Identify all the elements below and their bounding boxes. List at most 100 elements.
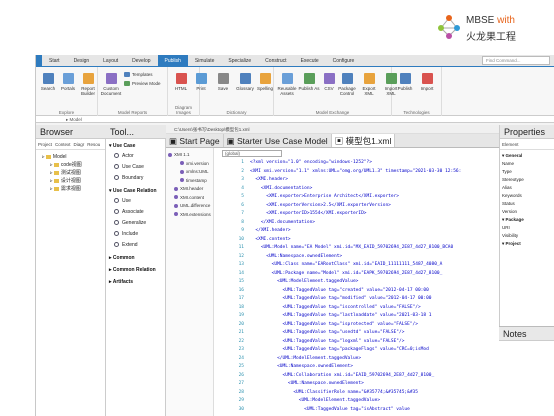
toolbox-section-common-relation[interactable]: ▸ Common Relation <box>109 267 156 273</box>
find-command-input[interactable]: Find Command... <box>482 56 550 65</box>
ribbon-search-label: Search <box>40 86 56 91</box>
toolbox-item-extend[interactable]: Extend <box>114 242 138 248</box>
ribbon-custom-document-button[interactable]: Custom Document <box>100 73 122 96</box>
outline-item[interactable]: XMI 1.1 <box>168 152 190 157</box>
properties-section-general[interactable]: ▾ General <box>502 153 522 159</box>
address-bar[interactable]: ▸ Model <box>36 116 554 123</box>
properties-section-project[interactable]: ▾ Project <box>502 241 521 247</box>
xml-code-view[interactable]: (global) 1 <?xml version="1.0" encoding="… <box>214 148 499 416</box>
ribbon-save-button[interactable]: Save <box>212 73 234 91</box>
tree-root-model[interactable]: ▹ Model <box>36 153 82 161</box>
xml-outline: XMI 1.1 xmi.version xmlns:UML timestamp XMI.… <box>166 148 214 416</box>
tab-design[interactable]: Design <box>67 55 97 67</box>
browser-tab-project[interactable]: Project <box>38 140 52 149</box>
ribbon-reusable-assets-label: Reusable Assets <box>277 86 297 96</box>
tab-configure[interactable]: Configure <box>326 55 362 67</box>
ribbon-export-xml-button[interactable]: Export XML <box>358 73 380 96</box>
ribbon-publish-as-label: Publish As <box>298 86 320 91</box>
browser-tab-context[interactable]: Context <box>55 140 71 149</box>
ribbon-portals-button[interactable]: Portals <box>57 73 79 91</box>
glossary-icon <box>239 73 251 84</box>
document-tabs: ▣ Start Page ▣ Starter Use Case Model ▣ 模型… <box>166 134 499 148</box>
toolbox-item-boundary[interactable]: Boundary <box>114 175 143 181</box>
tree-item[interactable]: ▹ code视图 <box>36 161 82 169</box>
ribbon-publish-button[interactable]: Publish <box>394 73 416 91</box>
ribbon-preview-mode-button[interactable]: Preview Mode <box>124 81 161 87</box>
ribbon-templates-button[interactable]: Templates <box>124 72 153 78</box>
network-logo-icon <box>438 15 460 39</box>
ribbon-html-button[interactable]: HTML <box>170 73 192 91</box>
ribbon-group-label: Model Exchange <box>315 110 350 115</box>
code-line: <XMI.content> <box>250 236 291 242</box>
properties-section-package[interactable]: ▾ Package <box>502 217 524 223</box>
tab-execute[interactable]: Execute <box>294 55 326 67</box>
properties-tab-element[interactable]: Element <box>500 140 554 150</box>
ribbon-report-builder-button[interactable]: Report Builder <box>77 73 99 96</box>
ribbon-print-label: Print <box>196 86 206 91</box>
outline-item[interactable]: UML.difference <box>174 203 210 208</box>
browser-pane: Browser Project Context Diagr Resou ▹ Model… <box>36 125 106 416</box>
brand-title: MBSE with <box>466 15 515 26</box>
toolbox-item-associate[interactable]: Associate <box>114 209 144 215</box>
toolbox-item-generalize[interactable]: Generalize <box>114 220 146 226</box>
ribbon-print-button[interactable]: Print <box>190 73 212 91</box>
line-number: 24 <box>238 355 244 361</box>
outline-item-label: XMI.extensions <box>180 211 211 217</box>
folder-icon <box>53 162 59 167</box>
tab-layout[interactable]: Layout <box>96 55 125 67</box>
ribbon-reusable-assets-button[interactable]: Reusable Assets <box>276 73 298 96</box>
outline-item[interactable]: XMI.content <box>174 195 204 200</box>
line-number: 15 <box>238 279 244 284</box>
ribbon-search-button[interactable]: Search <box>37 73 59 91</box>
scope-select[interactable]: (global) <box>222 150 282 157</box>
line-number: 22 <box>238 338 244 344</box>
code-line: <UML:Package name="Model" xmi.id="EAPK_5… <box>250 270 443 276</box>
doc-tab[interactable]: ▣ Starter Use Case Model <box>224 134 332 147</box>
outline-item[interactable]: xmlns:UML <box>180 169 209 174</box>
ribbon-report-builder-label: Report Builder <box>80 86 95 96</box>
publish-icon <box>399 73 411 84</box>
outline-item[interactable]: xmi.version <box>180 161 209 166</box>
tree-item[interactable]: ▹ 设计视图 <box>36 177 82 185</box>
tab-start[interactable]: Start <box>42 55 67 67</box>
outline-item[interactable]: XMI.extensions <box>174 212 211 217</box>
tab-specialize[interactable]: Specialize <box>221 55 258 67</box>
ribbon-publish-as-button[interactable]: Publish As <box>298 73 320 91</box>
doc-tab[interactable]: ▣ 模型包1.xml <box>331 134 396 147</box>
toolbox-section-common[interactable]: ▸ Common <box>109 255 135 261</box>
tab-construct[interactable]: Construct <box>258 55 293 67</box>
browser-tab-resou[interactable]: Resou <box>87 140 100 149</box>
tab-simulate[interactable]: Simulate <box>188 55 221 67</box>
tree-item[interactable]: ▹ 需求视图 <box>36 185 82 193</box>
ribbon-package-control-button[interactable]: Package Control <box>336 73 358 96</box>
toolbox-item-include[interactable]: Include <box>114 231 138 237</box>
toolbox-section-artifacts[interactable]: ▸ Artifacts <box>109 279 133 285</box>
ribbon-group-label: Dictionary <box>226 110 247 115</box>
code-line: <XMI xmi.version="1.1" xmlns:UML="omg.or… <box>250 168 462 174</box>
ribbon-import-button[interactable]: Import <box>416 73 438 91</box>
outline-item[interactable]: XMI.header <box>174 186 203 191</box>
tab-develop[interactable]: Develop <box>125 55 157 67</box>
ribbon-glossary-button[interactable]: Glossary <box>234 73 256 91</box>
actor-icon <box>114 153 119 159</box>
ribbon-tab-bar: Start Design Layout Develop Publish Simulate S… <box>36 55 554 67</box>
toolbox-section-use-case-relation[interactable]: ▾ Use Case Relation <box>109 188 157 194</box>
xml-node-icon <box>180 178 184 183</box>
toolbox-item-actor[interactable]: Actor <box>114 153 134 159</box>
ribbon-spelling-button[interactable]: Spelling <box>254 73 276 91</box>
toolbox-title: Tool... <box>106 125 166 139</box>
tree-item[interactable]: ▹ 测试视图 <box>36 169 82 177</box>
browser-tab-diagr[interactable]: Diagr <box>74 140 85 149</box>
toolbox-item-use-case[interactable]: Use Case <box>114 164 144 170</box>
toolbox-section-use-case[interactable]: ▾ Use Case <box>109 143 135 149</box>
templates-icon <box>124 72 130 78</box>
toolbox-item-use[interactable]: Use <box>114 198 131 204</box>
outline-item-label: UML.difference <box>180 203 211 208</box>
doc-tab-icon: ▣ <box>226 136 237 146</box>
doc-tab[interactable]: ▣ Start Page <box>166 134 224 147</box>
folder-icon <box>45 154 51 159</box>
line-number: 27 <box>238 381 244 386</box>
outline-item[interactable]: timestamp <box>180 178 207 183</box>
tab-publish[interactable]: Publish <box>157 55 188 67</box>
property-keywords: Keywords <box>502 193 522 198</box>
